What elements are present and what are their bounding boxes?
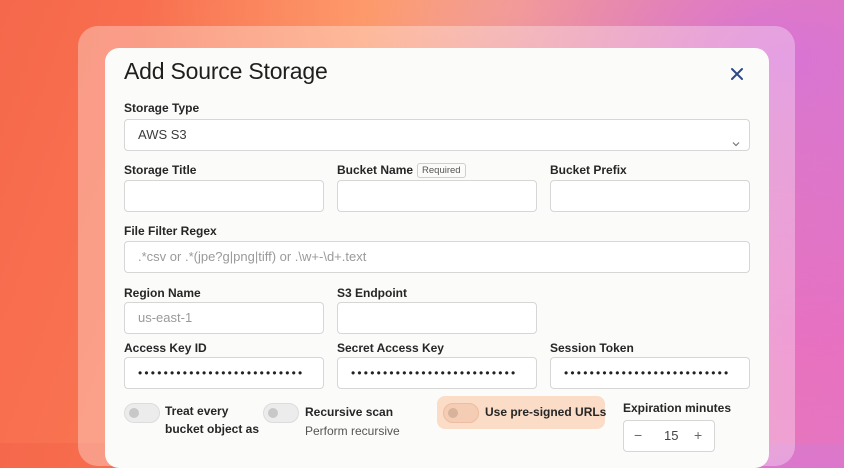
bucket-prefix-input[interactable] — [550, 180, 750, 212]
toggle-knob — [448, 408, 458, 418]
recursive-scan-description: Perform recursive — [305, 424, 400, 438]
bucket-name-label-text: Bucket Name — [337, 163, 414, 177]
plus-icon[interactable]: + — [694, 427, 702, 443]
storage-type-value: AWS S3 — [138, 127, 187, 142]
close-icon[interactable] — [725, 62, 749, 86]
treat-every-line1: Treat every — [165, 404, 229, 418]
toggle-knob — [129, 408, 139, 418]
toggle-knob — [268, 408, 278, 418]
region-name-input[interactable]: us-east-1 — [124, 302, 324, 334]
s3-endpoint-label: S3 Endpoint — [337, 286, 407, 300]
dialog-title: Add Source Storage — [124, 58, 328, 84]
session-token-label: Session Token — [550, 341, 634, 355]
secret-key-label: Secret Access Key — [337, 341, 444, 355]
chevron-down-icon — [731, 130, 741, 150]
bucket-name-label: Bucket Name Required — [337, 163, 466, 178]
presigned-urls-toggle[interactable] — [443, 403, 479, 423]
expiration-stepper[interactable]: − 15 + — [623, 420, 715, 452]
expiration-value: 15 — [664, 428, 679, 443]
storage-title-label: Storage Title — [124, 163, 197, 177]
required-badge: Required — [417, 163, 466, 178]
session-token-input[interactable]: •••••••••••••••••••••••••• — [550, 357, 750, 389]
bucket-prefix-label: Bucket Prefix — [550, 163, 627, 177]
expiration-minutes-label: Expiration minutes — [623, 401, 732, 415]
storage-title-input[interactable] — [124, 180, 324, 212]
recursive-scan-toggle[interactable] — [263, 403, 299, 423]
storage-type-label: Storage Type — [124, 101, 200, 115]
bucket-name-input[interactable] — [337, 180, 537, 212]
secret-key-input[interactable]: •••••••••••••••••••••••••• — [337, 357, 537, 389]
storage-type-select[interactable]: AWS S3 — [124, 119, 750, 151]
treat-every-line2: bucket object as — [165, 422, 260, 436]
s3-endpoint-input[interactable] — [337, 302, 537, 334]
access-key-input[interactable]: •••••••••••••••••••••••••• — [124, 357, 324, 389]
recursive-scan-label: Recursive scan — [305, 405, 394, 419]
presigned-urls-label: Use pre-signed URLs — [485, 405, 607, 419]
treat-every-toggle[interactable] — [124, 403, 160, 423]
region-name-label: Region Name — [124, 286, 201, 300]
file-filter-input[interactable]: .*csv or .*(jpe?g|png|tiff) or .\w+-\d+.… — [124, 241, 750, 273]
access-key-label: Access Key ID — [124, 341, 207, 355]
add-source-storage-dialog: Add Source Storage Storage Type AWS S3 S… — [105, 48, 769, 468]
file-filter-label: File Filter Regex — [124, 224, 217, 238]
minus-icon[interactable]: − — [634, 427, 642, 443]
